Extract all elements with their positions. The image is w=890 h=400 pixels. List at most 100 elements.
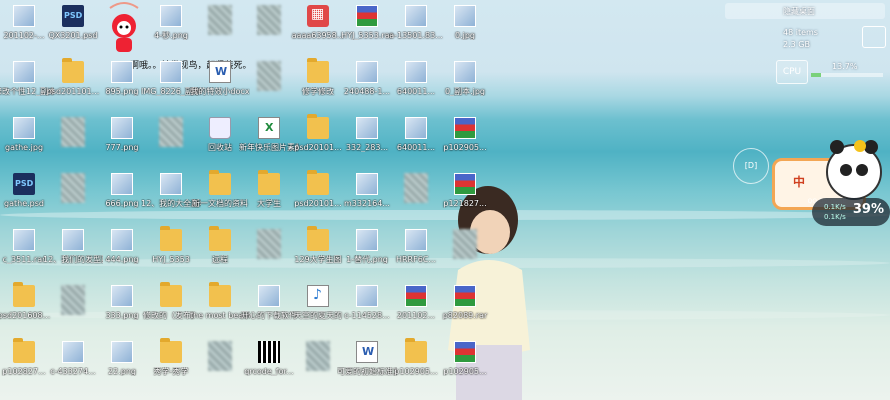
img-file-icon — [356, 285, 378, 307]
blur-file-icon — [257, 229, 281, 259]
folder-file-icon — [209, 226, 231, 251]
cpu-value: 13.7% — [832, 62, 858, 71]
folder-file-icon — [258, 170, 280, 195]
img-file-icon — [160, 173, 182, 195]
img-file-icon — [62, 341, 84, 363]
desktop-icon-label: QX3201.psd — [48, 31, 98, 40]
network-speed-widget[interactable]: 0.1K/s 0.1K/s 39% — [812, 198, 890, 226]
folder-file-icon — [209, 170, 231, 195]
folder-file-icon — [13, 338, 35, 363]
rar-file-icon — [454, 285, 476, 307]
mascot-ornament — [104, 0, 144, 60]
rar-file-icon — [405, 285, 427, 307]
blur-file-icon — [159, 117, 183, 147]
pet-text: 中 — [793, 175, 806, 189]
folder-file-icon — [160, 226, 182, 251]
img-file-icon — [356, 117, 378, 139]
psd-file-icon — [62, 5, 84, 27]
img-file-icon — [13, 117, 35, 139]
xls-file-icon — [258, 117, 280, 139]
folder-file-icon — [307, 226, 329, 251]
folder-file-icon — [307, 114, 329, 139]
rar-file-icon — [356, 5, 378, 27]
img-file-icon — [111, 117, 133, 139]
doc-file-icon — [356, 341, 378, 363]
folder-file-icon — [307, 58, 329, 83]
img-file-icon — [62, 229, 84, 251]
cpu-widget[interactable]: CPU — [776, 60, 808, 84]
img-file-icon — [111, 229, 133, 251]
desktop-icon[interactable]: 0_副本.jpg — [435, 58, 495, 114]
rar-file-icon — [454, 117, 476, 139]
img-file-icon — [405, 117, 427, 139]
img-file-icon — [405, 61, 427, 83]
blur-file-icon — [257, 61, 281, 91]
desktop-icon-label: 0_副本.jpg — [444, 87, 485, 96]
img-file-icon — [111, 285, 133, 307]
cpu-meter-fill — [811, 73, 822, 77]
img-file-icon — [160, 5, 182, 27]
blur-file-icon — [453, 229, 477, 259]
img-file-icon — [111, 173, 133, 195]
img-file-icon — [454, 61, 476, 83]
img-file-icon — [356, 173, 378, 195]
flower-icon — [854, 140, 866, 152]
blur-file-icon — [61, 117, 85, 147]
img-file-icon — [111, 341, 133, 363]
rar-file-icon — [454, 341, 476, 363]
folder-file-icon — [209, 282, 231, 307]
desktop-icon[interactable] — [435, 226, 495, 282]
img-file-icon — [454, 5, 476, 27]
desktop-icon-label: p102905... — [443, 367, 487, 376]
desktop-icon-label: 0.jpg — [454, 31, 475, 40]
upload-speed: 0.1K/s — [824, 203, 846, 211]
rar-file-icon — [454, 173, 476, 195]
desktop-icon[interactable]: QX3201.psd — [43, 2, 103, 58]
network-percent: 39% — [852, 202, 884, 217]
app-file-icon — [307, 5, 329, 27]
img-file-icon — [13, 229, 35, 251]
img-file-icon — [405, 5, 427, 27]
img-file-icon — [258, 285, 280, 307]
blur-file-icon — [257, 5, 281, 35]
psd-file-icon — [13, 173, 35, 195]
folder-file-icon — [405, 338, 427, 363]
img-file-icon — [13, 61, 35, 83]
img-file-icon — [111, 61, 133, 83]
trash-widget-icon[interactable] — [862, 26, 886, 48]
download-speed: 0.1K/s — [824, 213, 846, 221]
music-file-icon — [307, 285, 329, 307]
desktop-icon-label: p82089.rar — [442, 311, 488, 320]
folder-file-icon — [13, 282, 35, 307]
desktop-icon[interactable]: p102905... — [435, 338, 495, 394]
folder-file-icon — [62, 58, 84, 83]
img-file-icon — [356, 229, 378, 251]
desktop-icon-label: p102905... — [443, 143, 487, 152]
desktop-icon[interactable]: 0.jpg — [435, 2, 495, 58]
img-file-icon — [356, 61, 378, 83]
blur-file-icon — [404, 173, 428, 203]
folder-file-icon — [160, 282, 182, 307]
hide-desktop-label: 隐藏桌面 — [783, 7, 815, 16]
img-file-icon — [13, 5, 35, 27]
hex-dock-button[interactable]: [D] — [733, 148, 769, 184]
qr-file-icon — [258, 341, 280, 363]
bin-file-icon — [209, 117, 231, 139]
items-size: 2.3 GB — [783, 40, 810, 49]
blur-file-icon — [306, 341, 330, 371]
desktop-icon[interactable]: p82089.rar — [435, 282, 495, 338]
folder-file-icon — [160, 338, 182, 363]
desktop-icon[interactable]: p102905... — [435, 114, 495, 170]
blur-file-icon — [61, 173, 85, 203]
desktop-icon-label: p121827... — [443, 199, 487, 208]
pet-face-icon — [826, 140, 882, 200]
blur-file-icon — [61, 285, 85, 315]
hide-desktop-bar[interactable]: 隐藏桌面 — [725, 3, 885, 19]
items-count: 48 items — [783, 28, 818, 37]
desktop-icon[interactable]: p121827... — [435, 170, 495, 226]
img-file-icon — [405, 229, 427, 251]
blur-file-icon — [208, 5, 232, 35]
img-file-icon — [160, 61, 182, 83]
cpu-meter — [811, 73, 883, 77]
doc-file-icon — [209, 61, 231, 83]
